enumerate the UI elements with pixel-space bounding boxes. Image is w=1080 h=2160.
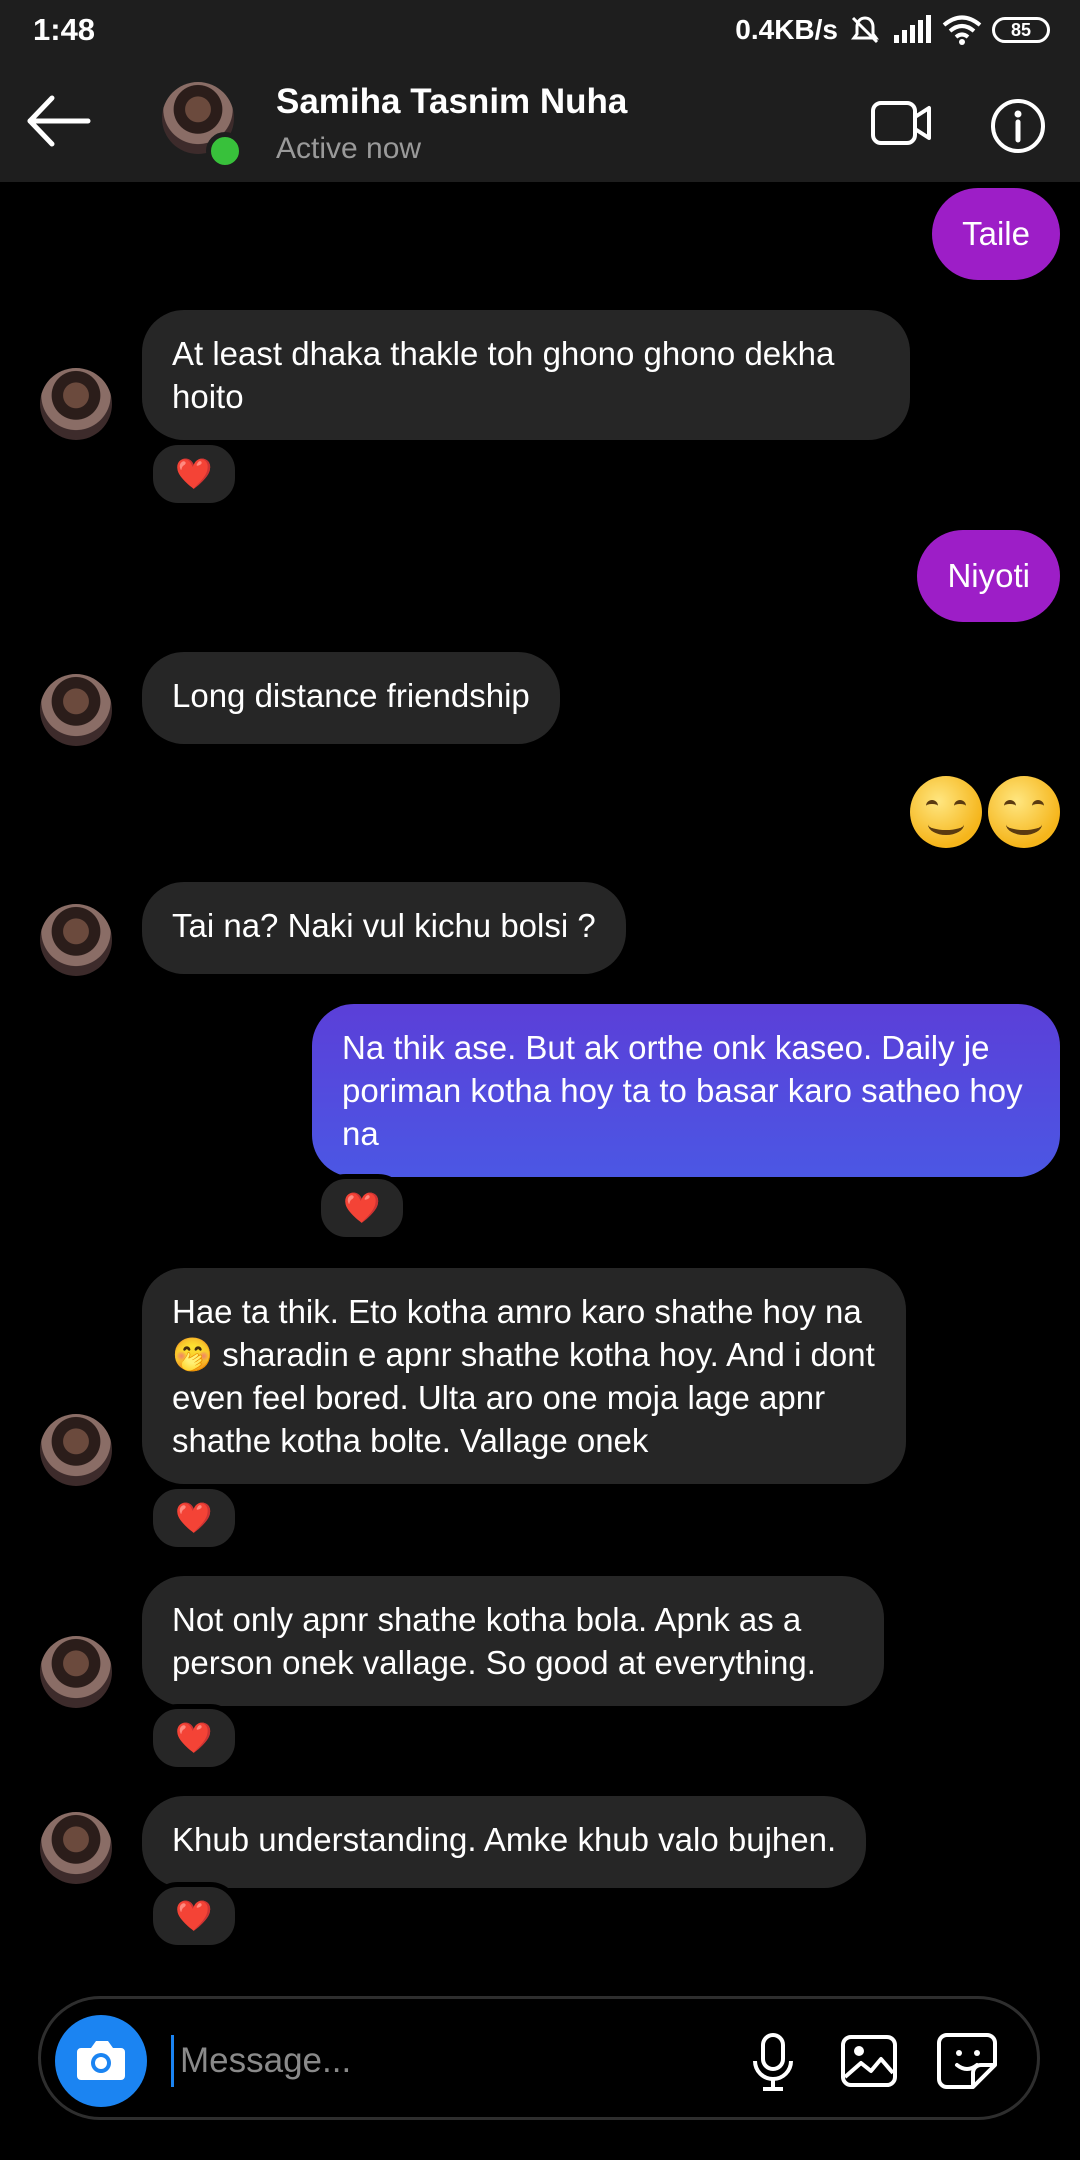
smiling-face-emoji	[910, 776, 982, 848]
sender-avatar[interactable]	[40, 1636, 112, 1708]
heart-reaction[interactable]: ❤️	[148, 440, 240, 508]
message-incoming[interactable]: Hae ta thik. Eto kotha amro karo shathe …	[142, 1268, 906, 1484]
heart-reaction[interactable]: ❤️	[148, 1704, 240, 1772]
sender-avatar[interactable]	[40, 674, 112, 746]
video-call-icon[interactable]	[870, 98, 932, 148]
sticker-icon[interactable]	[937, 2029, 1001, 2093]
sender-avatar[interactable]	[40, 1414, 112, 1486]
message-outgoing[interactable]: Na thik ase. But ak orthe onk kaseo. Dai…	[312, 1004, 1060, 1177]
message-outgoing[interactable]: Taile	[932, 188, 1060, 280]
sender-avatar[interactable]	[40, 904, 112, 976]
network-speed: 0.4KB/s	[735, 14, 838, 45]
status-time: 1:48	[33, 12, 96, 47]
contact-name[interactable]: Samiha Tasnim Nuha	[276, 82, 627, 122]
info-icon[interactable]	[990, 98, 1046, 154]
mute-icon	[851, 16, 879, 44]
message-outgoing-emoji[interactable]	[904, 776, 1060, 848]
online-indicator	[206, 132, 244, 170]
contact-status: Active now	[276, 132, 422, 165]
message-incoming[interactable]: Khub understanding. Amke khub valo bujhe…	[142, 1796, 867, 1888]
gallery-icon[interactable]	[837, 2029, 901, 2093]
message-composer	[38, 1996, 1040, 2120]
camera-icon	[77, 2041, 125, 2080]
microphone-icon[interactable]	[741, 2029, 805, 2093]
status-icons: 0.4KB/s 85	[735, 10, 1050, 50]
message-incoming[interactable]: Long distance friendship	[142, 652, 560, 744]
heart-reaction[interactable]: ❤️	[316, 1174, 408, 1242]
sender-avatar[interactable]	[40, 1812, 112, 1884]
message-incoming[interactable]: Tai na? Naki vul kichu bolsi ?	[142, 882, 626, 974]
back-arrow-icon[interactable]	[22, 88, 92, 154]
chat-header: Samiha Tasnim Nuha Active now	[0, 60, 1080, 182]
message-incoming[interactable]: At least dhaka thakle toh ghono ghono de…	[142, 310, 910, 440]
message-outgoing[interactable]: Niyoti	[917, 530, 1060, 622]
heart-reaction[interactable]: ❤️	[148, 1882, 240, 1950]
heart-reaction[interactable]: ❤️	[148, 1484, 240, 1552]
wifi-icon	[942, 15, 982, 45]
status-bar: 1:48 0.4KB/s 85	[0, 0, 1080, 60]
message-input[interactable]	[171, 2035, 742, 2087]
message-incoming[interactable]: Not only apnr shathe kotha bola. Apnk as…	[142, 1576, 884, 1706]
camera-button[interactable]	[55, 2015, 147, 2107]
signal-icon	[894, 15, 931, 43]
smiling-face-emoji	[988, 776, 1060, 848]
battery-icon: 85	[992, 17, 1050, 43]
sender-avatar[interactable]	[40, 368, 112, 440]
